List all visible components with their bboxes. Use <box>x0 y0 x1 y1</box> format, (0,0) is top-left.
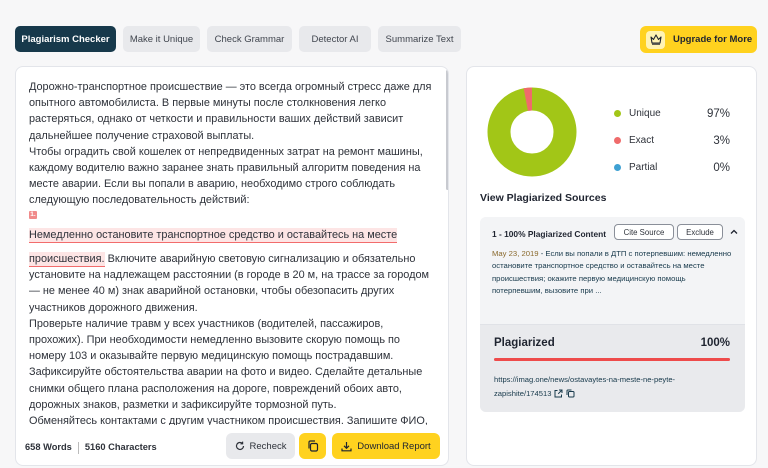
download-label: Download Report <box>357 440 431 452</box>
copy-button[interactable] <box>299 433 326 459</box>
legend-partial: Partial 0% <box>614 154 730 181</box>
paragraph: Дорожно-транспортное происшествие — это … <box>29 81 432 142</box>
results-panel: Unique 97% Exact 3% Partial 0% View Plag… <box>466 66 757 466</box>
legend-value: 0% <box>713 161 730 174</box>
legend-value: 97% <box>706 107 730 120</box>
plagiarized-fragment[interactable]: 1. Немедленно остановите транспортное ср… <box>29 210 433 243</box>
source-link[interactable]: https://imag.one/news/ostavaytes-na-mest… <box>494 373 709 400</box>
exclude-button[interactable]: Exclude <box>677 224 723 240</box>
source-url[interactable]: https://imag.one/news/ostavaytes-na-mest… <box>494 375 675 398</box>
plagiarism-progress-bar <box>494 358 730 361</box>
exact-dot <box>614 137 621 144</box>
text-editor-panel: Дорожно-транспортное происшествие — это … <box>15 66 449 466</box>
upgrade-button[interactable]: Upgrade for More <box>640 26 757 53</box>
paragraph: Обменяйтесь контактами с другим участник… <box>29 415 428 425</box>
copy-link-icon[interactable] <box>566 389 575 398</box>
editor-footer: 658 Words 5160 Characters Recheck Downlo… <box>16 429 448 465</box>
source-snippet: May 23, 2019 - Если вы попали в ДТП с по… <box>492 248 737 298</box>
status-percent: 100% <box>700 337 730 349</box>
tab-detector-ai[interactable]: Detector AI <box>299 26 371 52</box>
copy-icon <box>307 440 318 452</box>
legend-value: 3% <box>713 134 730 147</box>
tool-tabs: Plagiarism Checker Make it Unique Check … <box>15 26 461 52</box>
tab-check-grammar[interactable]: Check Grammar <box>207 26 292 52</box>
crown-icon <box>646 30 665 49</box>
legend-label: Unique <box>629 108 661 119</box>
character-count: 5160 Characters <box>84 442 157 452</box>
result-legend: Unique 97% Exact 3% Partial 0% <box>614 100 730 181</box>
progress-fill <box>494 358 730 361</box>
legend-exact: Exact 3% <box>614 127 730 154</box>
paragraph: Проверьте наличие травм у всех участнико… <box>29 317 400 363</box>
word-count: 658 Words <box>25 442 72 452</box>
plagiarized-status: Plagiarized 100% https://imag.one/news/o… <box>480 325 745 412</box>
upgrade-label: Upgrade for More <box>673 34 753 45</box>
download-icon <box>341 441 352 451</box>
partial-dot <box>614 164 621 171</box>
cite-source-button[interactable]: Cite Source <box>614 224 674 240</box>
source-title[interactable]: 1 - 100% Plagiarized Content <box>492 229 606 239</box>
external-link-icon[interactable] <box>554 389 563 398</box>
download-report-button[interactable]: Download Report <box>332 433 440 459</box>
plagiarism-donut-chart <box>487 87 577 177</box>
recheck-button[interactable]: Recheck <box>226 433 295 459</box>
refresh-icon <box>235 441 244 451</box>
legend-label: Exact <box>629 135 655 146</box>
tab-summarize-text[interactable]: Summarize Text <box>378 26 461 52</box>
match-number-badge: 1. <box>29 210 37 219</box>
paragraph: Зафиксируйте обстоятельства аварии на фо… <box>29 366 423 411</box>
chevron-up-icon[interactable] <box>729 227 739 237</box>
highlighted-text[interactable]: Немедленно остановите транспортное средс… <box>29 227 398 243</box>
paragraph: Чтобы оградить свой кошелек от непредвид… <box>29 145 423 207</box>
paragraph: происшествия. Включите аварийную светову… <box>29 251 433 316</box>
legend-unique: Unique 97% <box>614 100 730 127</box>
source-card: 1 - 100% Plagiarized Content Cite Source… <box>480 217 745 412</box>
status-label: Plagiarized <box>494 337 555 349</box>
text-stats: 658 Words 5160 Characters <box>25 442 157 454</box>
unique-dot <box>614 110 621 117</box>
text-editor[interactable]: Дорожно-транспортное происшествие — это … <box>29 79 433 425</box>
tab-plagiarism-checker[interactable]: Plagiarism Checker <box>15 26 116 52</box>
tab-make-it-unique[interactable]: Make it Unique <box>123 26 200 52</box>
source-date: May 23, 2019 <box>492 249 539 258</box>
recheck-label: Recheck <box>249 440 287 452</box>
divider <box>77 442 79 454</box>
scrollbar-thumb[interactable] <box>446 70 448 190</box>
highlighted-text[interactable]: происшествия. <box>29 252 105 268</box>
legend-label: Partial <box>629 162 658 173</box>
sources-heading: View Plagiarized Sources <box>480 192 607 204</box>
source-header: 1 - 100% Plagiarized Content Cite Source… <box>480 217 745 325</box>
